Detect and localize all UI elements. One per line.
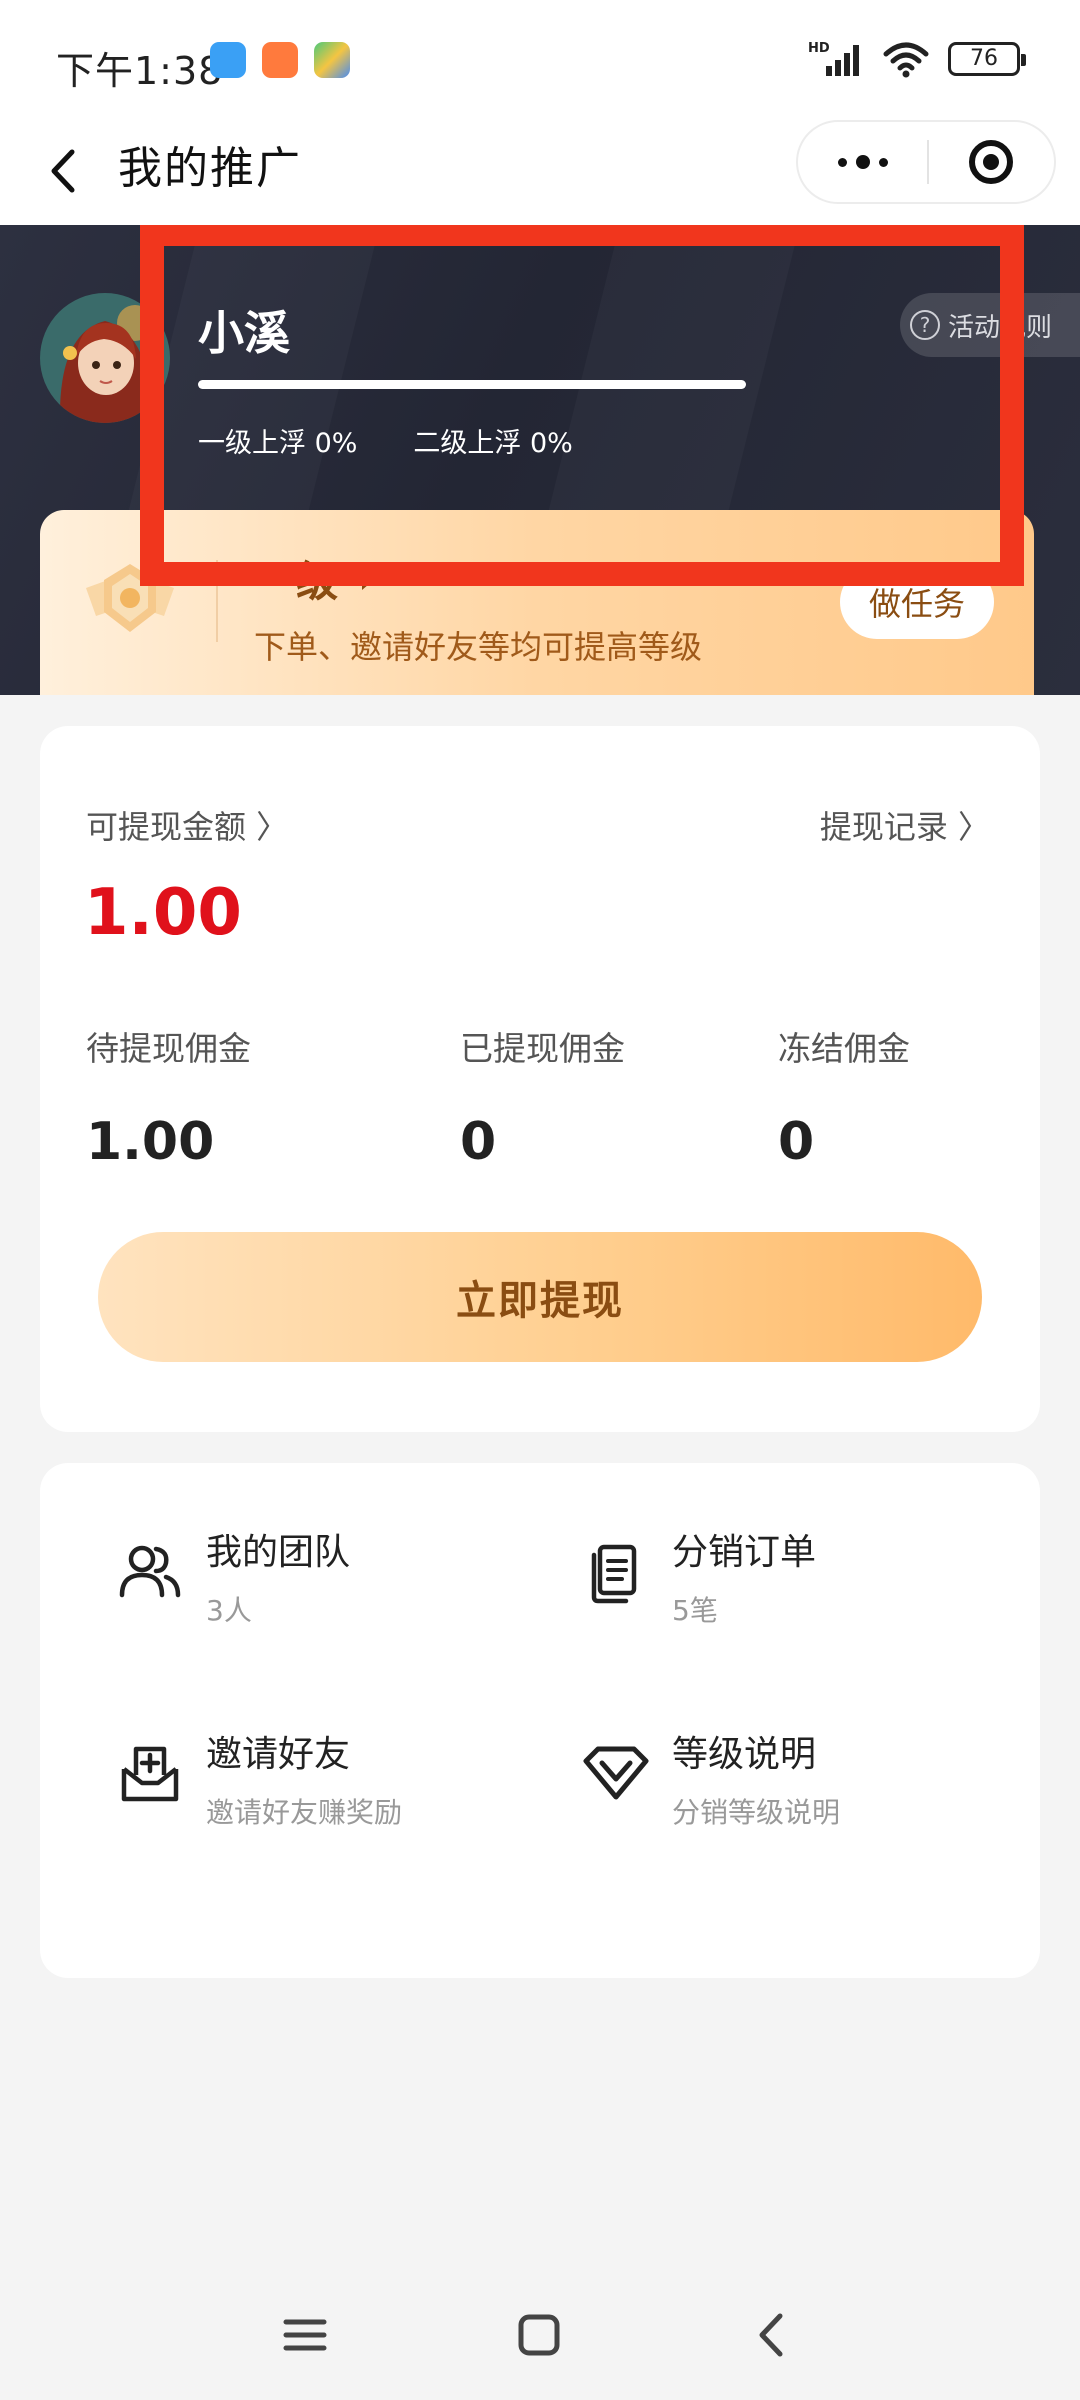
level-card[interactable]: 一级 下单、邀请好友等均可提高等级 做任务	[40, 510, 1034, 695]
level-progress-bar	[198, 380, 746, 389]
team-icon	[119, 1545, 181, 1598]
question-icon: ?	[910, 310, 940, 340]
entry-subtitle: 3人	[206, 1594, 252, 1627]
stat-label: 冻结佣金	[778, 1029, 910, 1068]
float-rates: 一级上浮 0% 二级上浮 0%	[198, 421, 573, 460]
withdraw-card: 可提现金额 〉 提现记录 〉 1.00 待提现佣金 1.00 已提现佣金 0 冻…	[40, 726, 1040, 1432]
more-button[interactable]	[798, 122, 927, 202]
entries-card: 我的团队 3人 分销订单 5笔 邀请好友 邀请好友赚奖励 等级说明 分销等级说明	[40, 1463, 1040, 1978]
level-description-entry[interactable]: 等级说明 分销等级说明	[578, 1725, 998, 1865]
system-icons: HD 76	[808, 40, 1026, 78]
home-icon[interactable]	[504, 2300, 574, 2370]
entry-subtitle: 5笔	[672, 1594, 718, 1627]
level-badge-icon	[86, 564, 174, 632]
chevron-left-icon	[51, 149, 75, 193]
order-icon	[591, 1544, 637, 1604]
stat-value: 0	[778, 1112, 815, 1172]
mini-program-capsule	[796, 120, 1056, 204]
activity-rules-button[interactable]: ? 活动规则	[900, 293, 1080, 357]
distribution-orders-entry[interactable]: 分销订单 5笔	[578, 1523, 998, 1663]
invite-icon	[121, 1746, 179, 1802]
stat-value: 0	[460, 1112, 497, 1172]
user-name: 小溪	[198, 306, 290, 360]
app-notification-icon	[210, 42, 246, 78]
entry-title: 邀请好友	[206, 1734, 351, 1775]
signal-icon: HD	[808, 41, 859, 76]
available-amount: 1.00	[84, 876, 242, 950]
stat-value: 1.00	[86, 1112, 215, 1172]
wifi-icon	[883, 42, 929, 78]
pending-commission: 待提现佣金 1.00	[86, 1022, 251, 1172]
available-amount-link[interactable]: 可提现金额 〉	[86, 802, 288, 848]
level-divider	[216, 560, 218, 642]
menu-icon[interactable]	[270, 2300, 340, 2370]
caret-right-icon	[362, 568, 375, 590]
network-type: HD	[808, 41, 830, 56]
invite-friends-entry[interactable]: 邀请好友 邀请好友赚奖励	[112, 1725, 532, 1865]
entry-title: 等级说明	[672, 1734, 817, 1775]
diamond-icon	[583, 1746, 649, 1800]
close-mini-program-button[interactable]	[929, 122, 1054, 202]
page-title: 我的推广	[118, 143, 302, 194]
nav-bar: 我的推广	[0, 120, 1080, 225]
more-dot-icon	[837, 157, 847, 167]
status-bar: 下午1:38 HD 76	[0, 0, 1080, 120]
avatar[interactable]	[40, 293, 170, 423]
level2-float-rate: 二级上浮 0%	[413, 428, 573, 459]
withdraw-record-link[interactable]: 提现记录 〉	[820, 802, 990, 848]
back-button[interactable]	[36, 136, 96, 206]
shopping-notification-icon	[262, 42, 298, 78]
entry-title: 我的团队	[206, 1532, 351, 1573]
withdrawn-commission: 已提现佣金 0	[460, 1022, 625, 1172]
notification-icons	[210, 42, 350, 78]
frozen-commission: 冻结佣金 0	[778, 1022, 910, 1172]
level1-float-rate: 一级上浮 0%	[198, 428, 358, 459]
back-icon[interactable]	[738, 2300, 808, 2370]
avatar-illustration-icon	[40, 293, 170, 423]
stat-label: 待提现佣金	[86, 1029, 251, 1068]
stat-label: 已提现佣金	[460, 1029, 625, 1068]
target-icon	[969, 140, 1014, 184]
status-time: 下午1:38	[56, 49, 224, 93]
level-description: 下单、邀请好友等均可提高等级	[254, 628, 703, 666]
more-dot-icon	[878, 157, 888, 167]
my-team-entry[interactable]: 我的团队 3人	[112, 1523, 532, 1663]
activity-rules-label: 活动规则	[948, 312, 1053, 343]
do-task-button[interactable]: 做任务	[840, 565, 994, 639]
level-name: 一级	[254, 557, 339, 606]
map-notification-icon	[314, 42, 350, 78]
entry-title: 分销订单	[672, 1532, 817, 1573]
entry-subtitle: 分销等级说明	[672, 1796, 841, 1829]
battery-indicator: 76	[948, 42, 1026, 76]
entry-subtitle: 邀请好友赚奖励	[206, 1796, 403, 1829]
withdraw-now-button[interactable]: 立即提现	[98, 1232, 982, 1362]
system-navigation-bar	[0, 2290, 1080, 2380]
profile-header: 小溪 ? 活动规则 一级上浮 0% 二级上浮 0% 一级 下单、邀请好友等均可提…	[0, 225, 1080, 695]
more-dot-icon	[855, 155, 870, 169]
